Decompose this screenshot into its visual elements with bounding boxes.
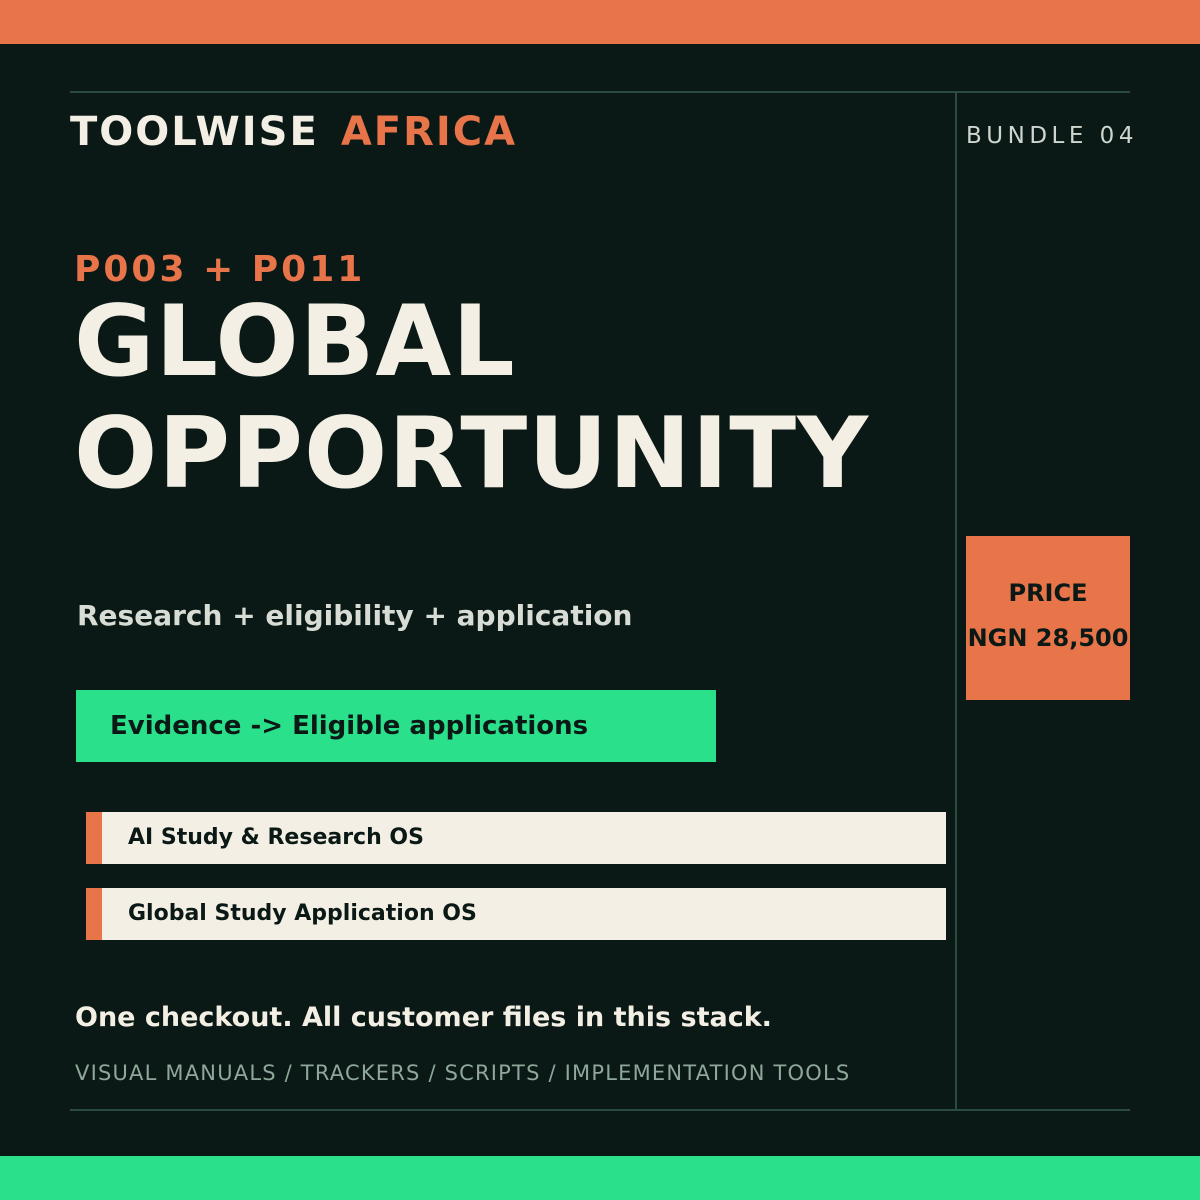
brand-logo: TOOLWISE AFRICA: [70, 108, 517, 156]
brand-region: AFRICA: [340, 109, 518, 155]
title-line-1: GLOBAL: [74, 285, 516, 399]
title-line-2: OPPORTUNITY: [74, 397, 870, 511]
product-marker: [86, 812, 102, 864]
product-item: Global Study Application OS: [86, 888, 946, 940]
price-label: PRICE: [1008, 579, 1088, 607]
top-divider: [70, 91, 1130, 93]
bundle-tag: BUNDLE 04: [966, 123, 1138, 149]
bottom-accent-band: [0, 1156, 1200, 1200]
outcome-banner: Evidence -> Eligible applications: [76, 690, 716, 762]
subtitle: Research + eligibility + application: [77, 599, 633, 632]
price-value: NGN 28,500: [967, 624, 1129, 652]
product-item-label: Global Study Application OS: [128, 901, 477, 926]
top-accent-band: [0, 0, 1200, 44]
product-item-label: AI Study & Research OS: [128, 825, 424, 850]
outcome-banner-label: Evidence -> Eligible applications: [110, 711, 589, 741]
checkout-note: One checkout. All customer files in this…: [75, 1002, 772, 1033]
bottom-divider: [70, 1109, 1130, 1111]
price-box: [966, 536, 1130, 700]
product-marker: [86, 888, 102, 940]
contents-list: VISUAL MANUALS / TRACKERS / SCRIPTS / IM…: [75, 1061, 851, 1085]
page-title: GLOBAL OPPORTUNITY: [74, 286, 869, 510]
product-item: AI Study & Research OS: [86, 812, 946, 864]
vertical-divider: [955, 93, 957, 1109]
brand-name: TOOLWISE: [70, 109, 319, 155]
